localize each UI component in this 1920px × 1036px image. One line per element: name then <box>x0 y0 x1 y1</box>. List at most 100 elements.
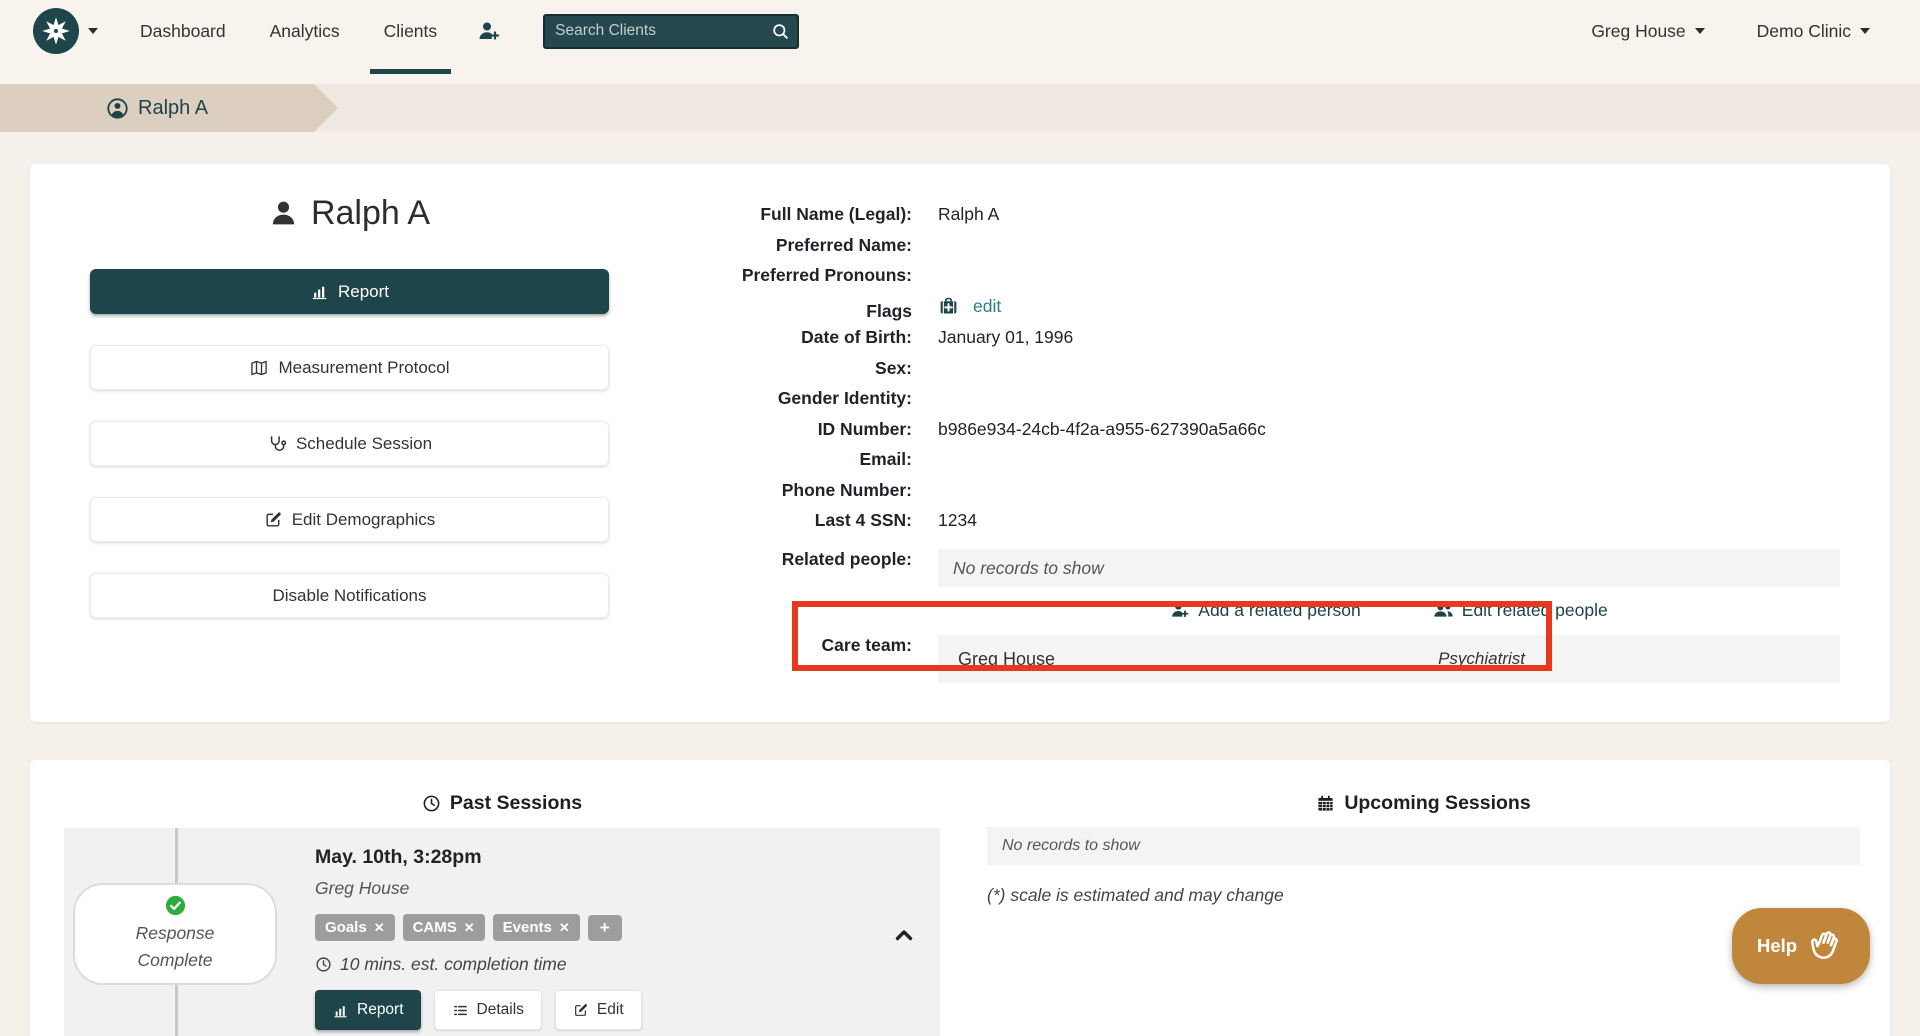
session-tags: Goals ✕ CAMS ✕ Events ✕ + <box>315 914 642 941</box>
person-icon <box>269 199 298 228</box>
add-related-person-label: Add a related person <box>1198 600 1360 621</box>
bar-chart-icon <box>310 282 329 301</box>
field-email: Email: <box>609 449 1840 474</box>
measurement-protocol-label: Measurement Protocol <box>278 358 449 378</box>
nav-item-analytics[interactable]: Analytics <box>268 13 342 50</box>
session-report-button[interactable]: Report <box>315 990 421 1030</box>
people-group-icon <box>1433 600 1454 621</box>
search-icon[interactable] <box>771 22 790 41</box>
add-related-person-link[interactable]: Add a related person <box>1170 597 1360 623</box>
upcoming-sessions-header: Upcoming Sessions <box>987 792 1860 815</box>
tag-label: CAMS <box>413 919 457 936</box>
disable-notifications-button[interactable]: Disable Notifications <box>90 573 609 618</box>
brand-menu[interactable] <box>33 8 98 54</box>
past-session-item: Response Complete May. 10th, 3:28pm Greg… <box>64 828 940 1036</box>
check-circle-icon <box>164 894 187 917</box>
tag-label: Goals <box>325 919 367 936</box>
map-icon <box>249 358 269 378</box>
list-icon <box>452 1002 469 1019</box>
breadcrumb-client-tab[interactable]: Ralph A <box>0 84 338 132</box>
session-details-button[interactable]: Details <box>434 990 542 1030</box>
scale-estimate-note: (*) scale is estimated and may change <box>987 885 1860 906</box>
breadcrumb-label: Ralph A <box>138 97 208 120</box>
nav-item-dashboard[interactable]: Dashboard <box>138 13 228 50</box>
field-label: Last 4 SSN: <box>609 510 912 531</box>
clock-icon <box>422 794 441 813</box>
tag-goals[interactable]: Goals ✕ <box>315 914 395 941</box>
report-button[interactable]: Report <box>90 269 609 314</box>
clinic-menu-label: Demo Clinic <box>1757 21 1851 42</box>
add-client-button[interactable] <box>477 19 501 43</box>
add-tag-button[interactable]: + <box>588 915 622 941</box>
session-provider: Greg House <box>315 878 642 899</box>
empty-text: No records to show <box>1002 837 1140 855</box>
session-edit-label: Edit <box>597 1001 624 1019</box>
session-report-label: Report <box>357 1001 404 1019</box>
field-gender-identity: Gender Identity: <box>609 388 1840 413</box>
field-value: January 01, 1996 <box>938 327 1073 348</box>
sessions-card: Past Sessions Response Complete May. 10t… <box>30 760 1890 1036</box>
session-status-bubble: Response Complete <box>73 883 277 985</box>
field-preferred-name: Preferred Name: <box>609 235 1840 260</box>
field-last4-ssn: Last 4 SSN: 1234 <box>609 510 1840 535</box>
field-label: Phone Number: <box>609 480 912 501</box>
session-estimate-text: 10 mins. est. completion time <box>340 954 567 975</box>
field-date-of-birth: Date of Birth: January 01, 1996 <box>609 327 1840 352</box>
client-summary-card: Ralph A Report Measurement Protocol <box>30 164 1890 722</box>
edit-flags-link[interactable]: edit <box>973 296 1001 317</box>
past-sessions-title: Past Sessions <box>450 792 582 815</box>
waving-hand-icon <box>1807 927 1845 965</box>
field-label: ID Number: <box>609 419 912 440</box>
breadcrumb: Ralph A <box>0 84 1920 132</box>
schedule-session-button[interactable]: Schedule Session <box>90 421 609 466</box>
field-label: Preferred Name: <box>609 235 912 256</box>
session-date: May. 10th, 3:28pm <box>315 846 642 869</box>
disable-notifications-label: Disable Notifications <box>272 586 426 606</box>
chevron-up-icon[interactable] <box>890 923 918 947</box>
tag-events[interactable]: Events ✕ <box>493 914 580 941</box>
schedule-session-label: Schedule Session <box>296 434 432 454</box>
field-label: Full Name (Legal): <box>609 204 912 225</box>
help-button[interactable]: Help <box>1732 908 1870 984</box>
remove-tag-icon[interactable]: ✕ <box>464 920 475 936</box>
field-value: b986e934-24cb-4f2a-a955-627390a5a66c <box>938 419 1266 440</box>
measurement-protocol-button[interactable]: Measurement Protocol <box>90 345 609 390</box>
clock-icon <box>315 956 332 973</box>
empty-text: No records to show <box>953 558 1104 579</box>
upcoming-sessions-empty: No records to show <box>987 827 1860 865</box>
upcoming-sessions-title: Upcoming Sessions <box>1344 792 1530 815</box>
remove-tag-icon[interactable]: ✕ <box>374 920 385 936</box>
caret-down-icon <box>1695 28 1705 34</box>
stethoscope-icon <box>267 434 287 454</box>
field-label: Preferred Pronouns: <box>609 265 912 286</box>
edit-demographics-button[interactable]: Edit Demographics <box>90 497 609 542</box>
client-name-heading: Ralph A <box>90 188 609 238</box>
field-id-number: ID Number: b986e934-24cb-4f2a-a955-62739… <box>609 419 1840 444</box>
care-team-member-row[interactable]: Greg House Psychiatrist <box>938 635 1840 683</box>
session-details-label: Details <box>477 1001 524 1019</box>
field-label: Sex: <box>609 358 912 379</box>
edit-related-people-link[interactable]: Edit related people <box>1433 597 1608 623</box>
session-edit-button[interactable]: Edit <box>555 990 642 1030</box>
nav-item-clients[interactable]: Clients <box>382 13 440 50</box>
edit-demographics-label: Edit Demographics <box>292 510 436 530</box>
care-team-section: Care team: Greg House Psychiatrist <box>609 635 1840 683</box>
medkit-icon <box>938 296 959 317</box>
related-people-empty: No records to show <box>938 549 1840 587</box>
help-button-label: Help <box>1757 935 1797 957</box>
field-preferred-pronouns: Preferred Pronouns: <box>609 265 1840 290</box>
pencil-square-icon <box>264 510 283 529</box>
care-team-member-role: Psychiatrist <box>1438 649 1525 669</box>
search-input[interactable] <box>543 14 799 49</box>
clinic-menu[interactable]: Demo Clinic <box>1757 21 1870 42</box>
starburst-logo-icon <box>41 16 71 46</box>
brand-logo <box>33 8 79 54</box>
care-team-member-name: Greg House <box>958 649 1438 670</box>
session-status-text: Response Complete <box>110 920 240 974</box>
remove-tag-icon[interactable]: ✕ <box>559 920 570 936</box>
user-menu[interactable]: Greg House <box>1591 21 1704 42</box>
field-label: Gender Identity: <box>609 388 912 409</box>
person-plus-icon <box>477 19 501 43</box>
demographics-fields: Full Name (Legal): Ralph A Preferred Nam… <box>609 204 1840 535</box>
tag-cams[interactable]: CAMS ✕ <box>403 914 485 941</box>
